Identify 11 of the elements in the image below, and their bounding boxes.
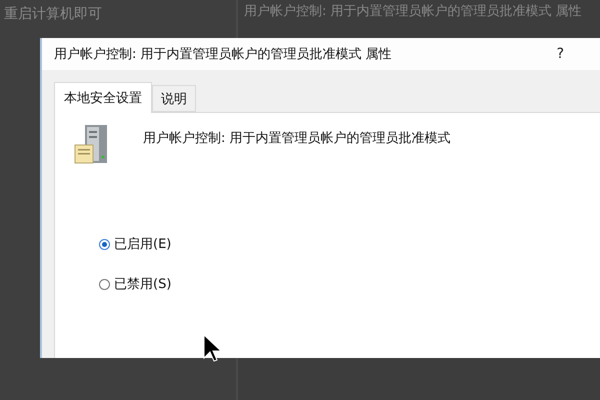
radio-button[interactable] (99, 238, 110, 250)
policy-name: 用户帐户控制: 用于内置管理员帐户的管理员批准模式 (143, 130, 451, 147)
option-label[interactable]: 已禁用(S) (114, 275, 172, 293)
radio-button[interactable] (99, 278, 110, 290)
help-button[interactable]: ? (556, 46, 564, 62)
tab[interactable]: 本地安全设置 (54, 82, 152, 113)
option-label[interactable]: 已启用(E) (114, 235, 172, 253)
dialog-title: 用户帐户控制: 用于内置管理员帐户的管理员批准模式 属性 (54, 46, 392, 63)
tab[interactable]: 说明 (152, 85, 196, 112)
instruction-text: 重启计算机即可 (4, 6, 102, 22)
window-title: 用户帐户控制: 用于内置管理员帐户的管理员批准模式 属性 (244, 3, 582, 20)
